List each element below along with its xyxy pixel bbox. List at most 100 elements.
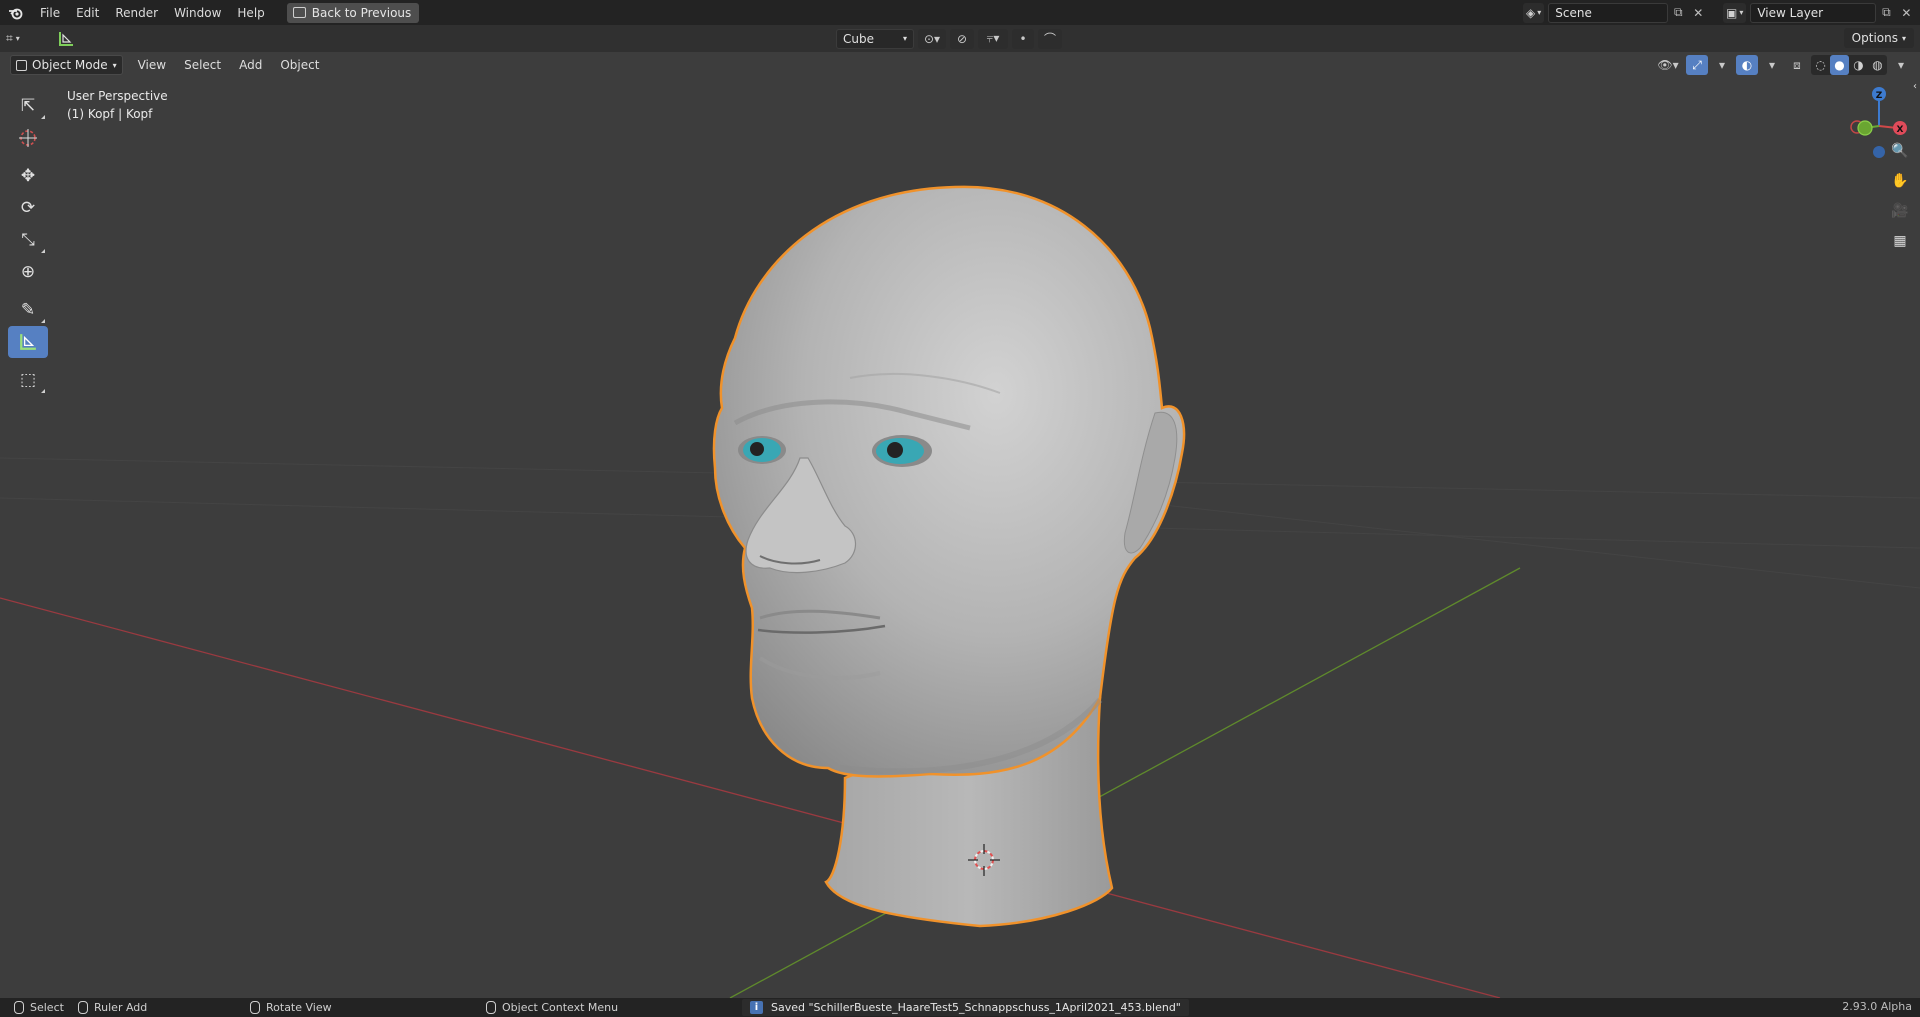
move-tool-icon[interactable]: ✥	[8, 160, 48, 192]
status-ruler-add-label: Ruler Add	[94, 1001, 148, 1014]
scale-tool-icon[interactable]: ⤡	[8, 224, 48, 256]
scene-icon: ◈	[1526, 5, 1536, 20]
view-perspective-label: User Perspective	[67, 89, 168, 103]
y-axis-icon[interactable]	[1857, 120, 1873, 136]
measure-tool-button[interactable]	[8, 326, 48, 358]
status-context-menu-label: Object Context Menu	[502, 1001, 619, 1014]
blender-logo-icon[interactable]	[0, 0, 32, 25]
menu-window[interactable]: Window	[166, 0, 229, 25]
annotate-tool-icon[interactable]: ✎	[8, 294, 48, 326]
back-to-previous-label: Back to Previous	[311, 5, 412, 20]
snap-target-value: Cube	[843, 31, 874, 46]
right-eye	[872, 435, 932, 467]
3d-viewport-icon: ⌗	[6, 31, 13, 45]
new-view-layer-icon[interactable]: ⧉	[1876, 3, 1896, 23]
pan-hand-icon[interactable]: ✋	[1888, 169, 1912, 193]
z-axis-label: Z	[1876, 91, 1883, 101]
viewport-display-controls: 👁▾ ⤢ ▾ ◐ ▾ ⧈ ◌ ● ◑ ◍ ▾	[1653, 55, 1912, 75]
overlays-toggle-icon[interactable]: ◐	[1736, 55, 1758, 75]
sidebar-toggle-icon[interactable]: ‹	[1910, 78, 1920, 98]
rendered-shading-icon[interactable]: ◍	[1868, 55, 1887, 75]
solid-shading-icon[interactable]: ●	[1830, 55, 1849, 75]
pivot-point-icon[interactable]: ⊙▾	[918, 28, 946, 49]
view-layer-group: ▣ ▾ View Layer ⧉ ✕	[1723, 2, 1916, 23]
xray-toggle-icon[interactable]: ⧈	[1786, 55, 1808, 75]
screen-back-icon	[292, 7, 306, 18]
proportional-editing-icon[interactable]: •	[1012, 28, 1034, 49]
chevron-down-icon: ▾	[902, 34, 907, 43]
interaction-mode-value: Object Mode	[32, 58, 108, 72]
neg-z-axis-icon[interactable]	[1873, 146, 1885, 158]
perspective-toggle-icon[interactable]: ▦	[1888, 229, 1912, 253]
status-select-label: Select	[30, 1001, 64, 1014]
view-layer-browse-button[interactable]: ▣ ▾	[1723, 2, 1747, 23]
head-mesh	[712, 185, 1186, 778]
saved-report-message[interactable]: i Saved "SchillerBueste_HaareTest5_Schna…	[742, 999, 1189, 1016]
transform-tool-icon[interactable]: ⊕	[8, 256, 48, 288]
wireframe-shading-icon[interactable]: ◌	[1811, 55, 1830, 75]
rotate-tool-icon[interactable]: ⟳	[8, 192, 48, 224]
view-layer-name-field[interactable]: View Layer	[1750, 2, 1877, 23]
viewport-menu-object[interactable]: Object	[271, 55, 328, 75]
new-scene-icon[interactable]: ⧉	[1668, 3, 1688, 23]
options-label: Options	[1851, 31, 1898, 45]
options-dropdown[interactable]: Options ▾	[1843, 28, 1914, 48]
chevron-down-icon: ▾	[1901, 33, 1906, 43]
visibility-eye-icon[interactable]: 👁▾	[1653, 55, 1683, 75]
delete-scene-icon[interactable]: ✕	[1688, 3, 1708, 23]
viewport-menu-select[interactable]: Select	[175, 55, 230, 75]
menu-file[interactable]: File	[32, 0, 68, 25]
snap-icon[interactable]: ⫧▾	[978, 28, 1008, 49]
scene-selector-group: ◈ ▾ Scene ⧉ ✕	[1523, 2, 1708, 23]
zoom-icon[interactable]: 🔍	[1888, 139, 1912, 163]
back-to-previous-button[interactable]: Back to Previous	[286, 2, 420, 23]
viewport-info-overlay: User Perspective (1) Kopf | Kopf	[67, 87, 168, 123]
top-menu-bar: File Edit Render Window Help Back to Pre…	[0, 0, 1920, 25]
scene-name-value: Scene	[1555, 5, 1592, 20]
snap-target-dropdown[interactable]: Cube ▾	[836, 28, 914, 49]
gizmo-toggle-icon[interactable]: ⤢	[1686, 55, 1708, 75]
viewport-header: Object Mode ▾ View Select Add Object 👁▾ …	[0, 52, 1920, 78]
status-context-menu-hint: Object Context Menu	[486, 1000, 618, 1015]
editor-type-selector[interactable]: ⌗ ▾	[6, 29, 46, 49]
select-box-tool-icon[interactable]: ⇱	[8, 90, 48, 122]
menu-help[interactable]: Help	[229, 0, 272, 25]
snapping-tools: Cube ▾ ⊙▾ ⊘ ⫧▾ • ⌒	[836, 28, 1062, 49]
camera-view-icon[interactable]: 🎥	[1888, 199, 1912, 223]
mouse-right-icon	[486, 1001, 496, 1014]
chevron-down-icon[interactable]: ▾	[1761, 55, 1783, 75]
object-mode-icon	[16, 59, 27, 71]
version-label: 2.93.0 Alpha	[1842, 1000, 1912, 1013]
view-layer-icon: ▣	[1726, 5, 1738, 20]
menu-edit[interactable]: Edit	[68, 0, 107, 25]
chevron-down-icon[interactable]: ▾	[1890, 55, 1912, 75]
tool-settings-header: ⌗ ▾ Cube ▾ ⊙▾ ⊘ ⫧▾ • ⌒ Options ▾	[0, 25, 1920, 52]
interaction-mode-dropdown[interactable]: Object Mode ▾	[10, 55, 123, 75]
scene-name-field[interactable]: Scene	[1548, 2, 1669, 23]
mouse-drag-icon	[78, 1001, 88, 1014]
falloff-icon[interactable]: ⌒	[1038, 28, 1062, 49]
scene-browse-button[interactable]: ◈ ▾	[1523, 2, 1545, 23]
mouse-middle-icon	[250, 1001, 260, 1014]
status-bar: Select Ruler Add Rotate View Object Cont…	[0, 998, 1920, 1017]
cursor-tool-icon[interactable]	[8, 122, 48, 154]
viewport-scene	[0, 185, 1920, 998]
view-layer-name-value: View Layer	[1757, 5, 1824, 20]
3d-viewport[interactable]: User Perspective (1) Kopf | Kopf ⇱ ✥ ⟳ ⤡…	[0, 78, 1920, 998]
chevron-down-icon: ▾	[1537, 8, 1542, 17]
viewport-menu-add[interactable]: Add	[230, 55, 271, 75]
menu-render[interactable]: Render	[107, 0, 166, 25]
add-cube-tool-icon[interactable]: ⬚	[8, 364, 48, 396]
status-select-hint: Select	[14, 1000, 64, 1015]
transform-orientation-icon[interactable]: ⊘	[950, 28, 974, 49]
viewport-menu-view[interactable]: View	[129, 55, 175, 75]
measure-tool-icon[interactable]	[56, 29, 76, 49]
chevron-down-icon: ▾	[112, 60, 117, 70]
left-eye	[738, 436, 786, 464]
info-icon: i	[750, 1001, 763, 1014]
tool-shelf: ⇱ ✥ ⟳ ⤡ ⊕ ✎ ⬚	[8, 90, 50, 396]
delete-view-layer-icon[interactable]: ✕	[1896, 3, 1916, 23]
material-preview-icon[interactable]: ◑	[1849, 55, 1868, 75]
chevron-down-icon[interactable]: ▾	[1711, 55, 1733, 75]
mouse-left-icon	[14, 1001, 24, 1014]
